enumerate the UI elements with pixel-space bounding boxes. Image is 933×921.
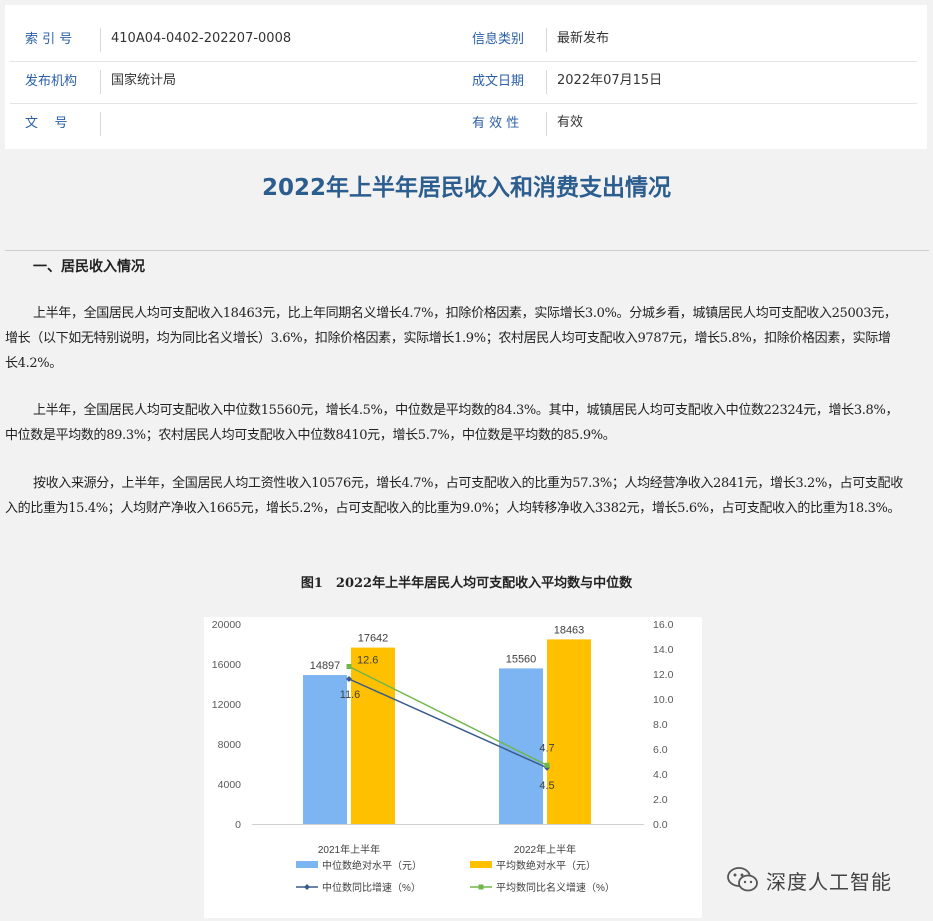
mean-bar bbox=[351, 647, 395, 824]
income-chart: 0 4000 8000 12000 16000 20000 0.0 2.0 4.0 6.0 8.0 1… bbox=[204, 617, 702, 918]
meta-value-index: 410A04-0402-202207-0008 bbox=[111, 31, 292, 46]
legend-label: 中位数同比增速（%） bbox=[322, 881, 421, 894]
y-left-tick-label: 16000 bbox=[212, 659, 241, 671]
meta-divider bbox=[100, 28, 101, 52]
wechat-icon bbox=[727, 867, 758, 892]
legend-marker bbox=[478, 884, 484, 890]
y-left-tick-label: 0 bbox=[235, 819, 241, 831]
line-value-label: 4.7 bbox=[539, 742, 554, 754]
y-right-tick-label: 14.0 bbox=[653, 644, 674, 656]
paragraph-2: 上半年，全国居民人均可支配收入中位数15560元，增长4.5%，中位数是平均数的… bbox=[5, 403, 899, 443]
legend-label: 平均数同比名义增速（%） bbox=[496, 881, 615, 894]
line-value-label: 11.6 bbox=[340, 689, 361, 701]
y-left-tick-label: 12000 bbox=[212, 699, 241, 711]
y-left-tick-label: 20000 bbox=[212, 619, 241, 631]
meta-divider bbox=[546, 112, 547, 136]
meta-label-docnumber: 文 号 bbox=[25, 116, 68, 131]
meta-label-publisher: 发布机构 bbox=[25, 74, 78, 89]
y-right-tick-label: 4.0 bbox=[653, 769, 668, 781]
legend-label: 中位数绝对水平（元） bbox=[322, 859, 422, 872]
meta-divider bbox=[100, 70, 101, 94]
watermark-text: 深度人工智能 bbox=[766, 869, 892, 894]
metadata-card: 索 引 号 410A04-0402-202207-0008 信息类别 最新发布 … bbox=[5, 5, 927, 149]
meta-value-validity: 有效 bbox=[557, 115, 584, 130]
income-chart-svg: 0 4000 8000 12000 16000 20000 0.0 2.0 4.0 6.0 8.0 1… bbox=[212, 619, 674, 894]
meta-value-publisher: 国家统计局 bbox=[111, 73, 177, 88]
y-left-tick-label: 4000 bbox=[218, 779, 242, 791]
y-right-tick-label: 12.0 bbox=[653, 669, 674, 681]
meta-label-category: 信息类别 bbox=[472, 32, 525, 47]
y-right-tick-label: 16.0 bbox=[653, 619, 674, 631]
legend-label: 平均数绝对水平（元） bbox=[496, 859, 596, 872]
line-value-label: 4.5 bbox=[539, 780, 554, 792]
y-right-tick-label: 6.0 bbox=[653, 744, 668, 756]
paragraph-1: 上半年，全国居民人均可支配收入18463元，比上年同期名义增长4.7%，扣除价格… bbox=[5, 306, 897, 371]
y-right-tick-label: 0.0 bbox=[653, 819, 668, 831]
figure-caption: 图1 2022年上半年居民人均可支配收入平均数与中位数 bbox=[300, 576, 633, 591]
mean-bar bbox=[547, 639, 591, 824]
legend-swatch bbox=[296, 861, 318, 868]
watermark: 深度人工智能 bbox=[726, 862, 892, 898]
meta-row-docnumber: 文 号 有 效 性 有效 bbox=[10, 103, 917, 145]
meta-label-date: 成文日期 bbox=[472, 74, 525, 89]
page-title: 2022年上半年居民收入和消费支出情况 bbox=[261, 175, 671, 201]
title-divider bbox=[5, 250, 929, 251]
meta-value-category: 最新发布 bbox=[557, 31, 610, 46]
y-right-tick-label: 10.0 bbox=[653, 694, 674, 706]
x-category-label: 2021年上半年 bbox=[318, 843, 380, 856]
meta-label-index: 索 引 号 bbox=[25, 32, 73, 47]
y-right-tick-label: 2.0 bbox=[653, 794, 668, 806]
median-bar bbox=[499, 668, 543, 824]
meta-label-validity: 有 效 性 bbox=[472, 116, 520, 131]
legend-marker bbox=[304, 884, 310, 890]
paragraph-3: 按收入来源分，上半年，全国居民人均工资性收入10576元，增长4.7%，占可支配… bbox=[5, 476, 903, 516]
bar-value-label: 18463 bbox=[554, 624, 585, 636]
line-value-label: 12.6 bbox=[357, 655, 378, 667]
meta-row-publisher: 发布机构 国家统计局 成文日期 2022年07月15日 bbox=[10, 61, 917, 104]
meta-divider bbox=[546, 28, 547, 52]
y-left-tick-label: 8000 bbox=[218, 739, 242, 751]
mean-growth-point bbox=[346, 664, 352, 669]
bar-value-label: 17642 bbox=[358, 633, 389, 645]
section-heading: 一、居民收入情况 bbox=[33, 259, 145, 275]
y-right-tick-label: 8.0 bbox=[653, 719, 668, 731]
bar-value-label: 14897 bbox=[310, 660, 341, 672]
meta-row-index: 索 引 号 410A04-0402-202207-0008 信息类别 最新发布 bbox=[10, 19, 917, 62]
meta-divider bbox=[546, 70, 547, 94]
meta-value-date: 2022年07月15日 bbox=[557, 73, 663, 88]
mean-growth-point bbox=[544, 762, 550, 768]
bar-value-label: 15560 bbox=[506, 653, 537, 665]
legend-swatch bbox=[470, 861, 492, 868]
meta-divider bbox=[100, 112, 101, 136]
x-category-label: 2022年上半年 bbox=[514, 843, 576, 856]
